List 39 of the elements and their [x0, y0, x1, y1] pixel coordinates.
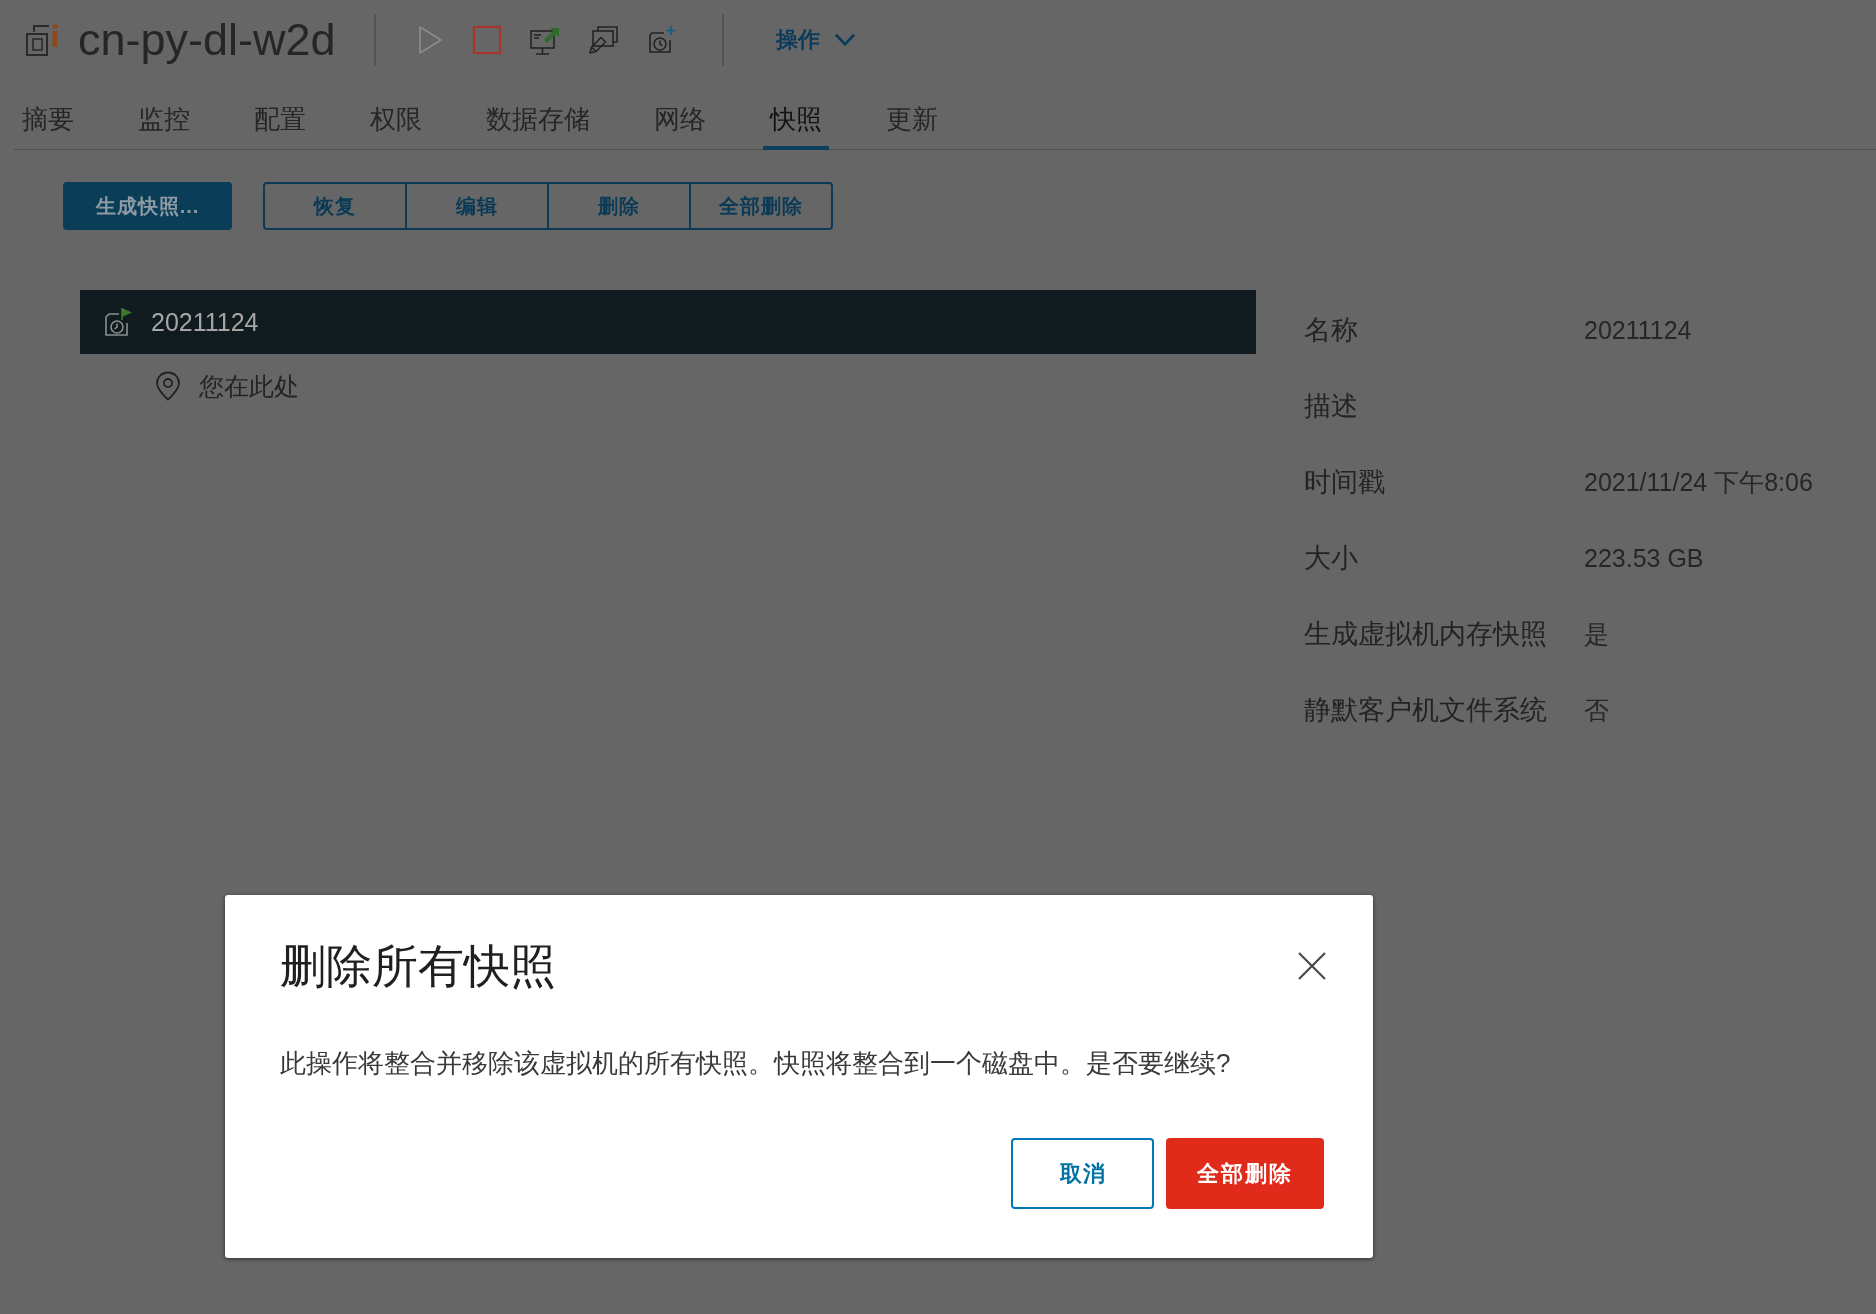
toolbar-button[interactable]: 删除 — [547, 182, 691, 230]
property-label: 描述 — [1304, 390, 1359, 423]
squares-info-icon — [24, 22, 60, 58]
property-label: 时间戳 — [1304, 466, 1386, 499]
tab[interactable]: 快照 — [763, 88, 829, 150]
delete-all-button[interactable]: 全部删除 — [1166, 1138, 1324, 1209]
property-value: 否 — [1584, 694, 1609, 726]
tab[interactable]: 数据存储 — [479, 88, 597, 150]
chevron-down-icon — [833, 33, 856, 47]
location-pin-icon — [155, 371, 181, 401]
dialog-title: 删除所有快照 — [280, 939, 556, 994]
property-label: 名称 — [1304, 314, 1359, 347]
property-label: 静默客户机文件系统 — [1304, 694, 1548, 727]
property-value: 20211124 — [1584, 315, 1692, 345]
tab[interactable]: 监控 — [131, 88, 197, 150]
dialog-message: 此操作将整合并移除该虚拟机的所有快照。快照将整合到一个磁盘中。是否要继续? — [280, 1047, 1232, 1080]
toolbar-button[interactable]: 全部删除 — [689, 182, 833, 230]
cancel-button[interactable]: 取消 — [1011, 1138, 1154, 1209]
tree-item[interactable]: 20211124 — [80, 290, 1256, 354]
property-label: 大小 — [1304, 542, 1359, 575]
tree-item[interactable]: 您在此处 — [80, 354, 1256, 418]
tab[interactable]: 摘要 — [15, 88, 81, 150]
actions-menu-button[interactable]: 操作 — [775, 25, 856, 55]
toolbar-button[interactable]: 编辑 — [405, 182, 549, 230]
take-snapshot-button[interactable]: 生成快照... — [63, 182, 232, 230]
vm-name-title: cn-py-dl-w2d — [78, 14, 336, 66]
toolbar-button[interactable]: 恢复 — [263, 182, 407, 230]
tab[interactable]: 网络 — [647, 88, 713, 150]
property-label: 生成虚拟机内存快照 — [1304, 618, 1548, 651]
property-value: 223.53 GB — [1584, 543, 1704, 573]
clock-flag-icon — [103, 307, 133, 337]
tab[interactable]: 更新 — [879, 88, 945, 150]
windows-pencil-icon[interactable] — [587, 25, 618, 55]
property-value: 是 — [1584, 618, 1609, 650]
monitor-arrow-icon[interactable] — [529, 25, 560, 55]
tab[interactable]: 权限 — [363, 88, 429, 150]
close-icon[interactable] — [1298, 952, 1326, 980]
tab[interactable]: 配置 — [247, 88, 313, 150]
property-value: 2021/11/24 下午8:06 — [1584, 466, 1813, 498]
